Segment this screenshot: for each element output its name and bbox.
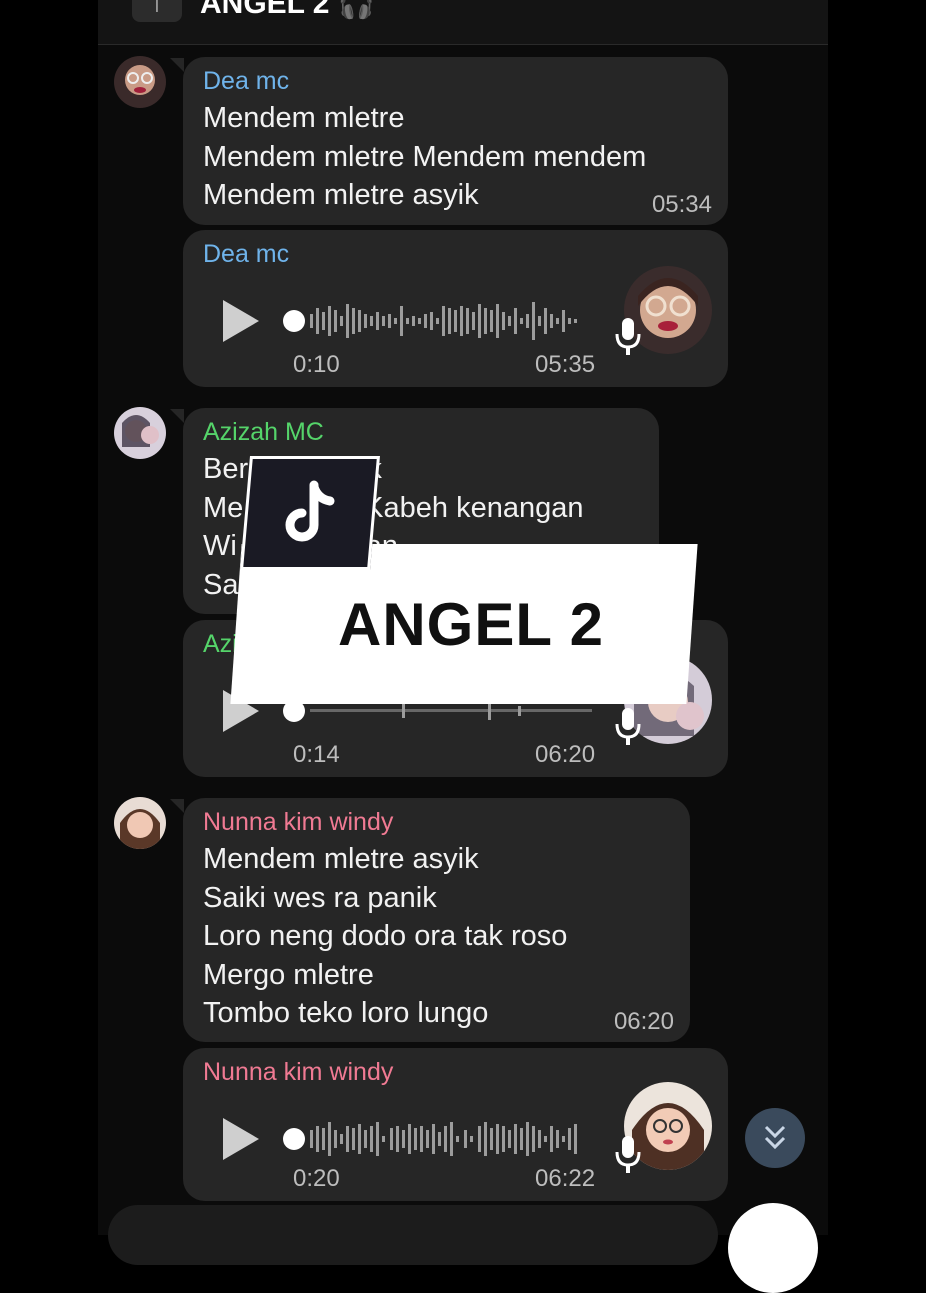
avatar-azizah[interactable] [114, 407, 166, 459]
play-icon[interactable] [223, 1118, 259, 1160]
sender-name[interactable]: Nunna kim windy [203, 1058, 393, 1087]
voice-waveform[interactable] [308, 298, 598, 344]
tiktok-logo [240, 456, 380, 570]
message-time: 05:35 [535, 351, 596, 378]
message-text: Mendem mletre asyik Saiki wes ra panik L… [203, 843, 568, 1029]
double-chevron-down-icon[interactable] [745, 1108, 805, 1168]
sender-name[interactable]: Dea mc [203, 240, 289, 269]
message-bubble-text[interactable]: Nunna kim windy Mendem mletre asyik Saik… [183, 798, 690, 1042]
bubble-tail [170, 58, 184, 72]
message-time: 05:34 [651, 191, 712, 218]
message-time: 06:22 [535, 1165, 596, 1192]
bubble-tail [170, 799, 184, 813]
avatar-dea[interactable] [114, 56, 166, 108]
sender-name[interactable]: Azi [203, 630, 238, 659]
sender-name[interactable]: Dea mc [203, 67, 289, 96]
message-time: 06:20 [613, 1008, 674, 1035]
voice-waveform[interactable] [308, 1116, 598, 1162]
chat-title[interactable]: ANGEL 2 🎧 [200, 0, 375, 21]
voice-duration: 0:20 [293, 1165, 340, 1192]
pin-icon[interactable]: ⊤ [132, 0, 182, 22]
sender-name[interactable]: Azizah MC [203, 418, 324, 447]
message-input[interactable] [108, 1205, 718, 1265]
bubble-tail [170, 409, 184, 423]
voice-progress-handle[interactable] [283, 310, 305, 332]
voice-progress-handle[interactable] [283, 1128, 305, 1150]
message-time: 06:20 [535, 741, 596, 768]
sender-name[interactable]: Nunna kim windy [203, 808, 393, 837]
play-icon[interactable] [223, 300, 259, 342]
avatar-nunna[interactable] [114, 797, 166, 849]
voice-duration: 0:14 [293, 741, 340, 768]
microphone-icon [615, 708, 641, 745]
mic-record-button[interactable] [728, 1203, 818, 1293]
microphone-icon [615, 318, 641, 355]
message-bubble-text[interactable]: Dea mc Mendem mletre Mendem mletre Mende… [183, 57, 728, 225]
microphone-icon [615, 1136, 641, 1173]
chat-header: ⊤ ANGEL 2 🎧 [98, 0, 828, 45]
overlay-caption: ANGEL 2 [338, 591, 604, 658]
voice-duration: 0:10 [293, 351, 340, 378]
message-text: Mendem mletre Mendem mletre Mendem mende… [203, 102, 647, 211]
